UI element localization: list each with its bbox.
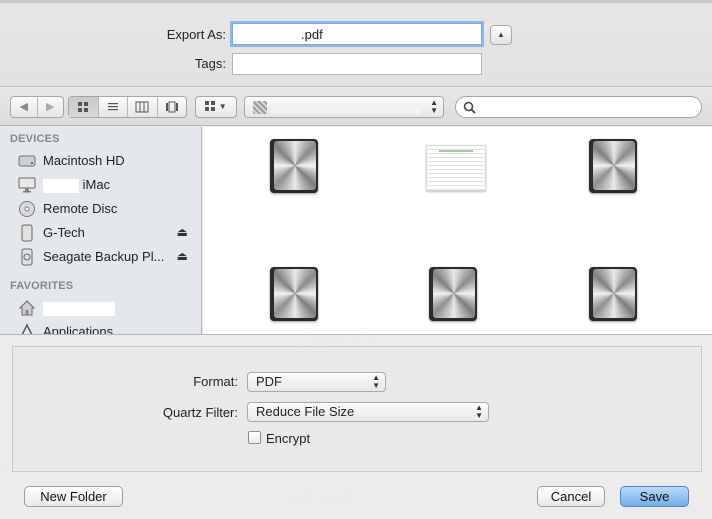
devices-header: DEVICES bbox=[10, 133, 60, 145]
encrypt-label: Encrypt bbox=[266, 431, 311, 446]
eject-icon[interactable]: ⏏ bbox=[177, 225, 188, 239]
redacted-location bbox=[271, 102, 421, 114]
external-drive-icon bbox=[21, 224, 33, 242]
spreadsheet-thumbnail-icon[interactable] bbox=[426, 145, 486, 191]
chevron-down-icon: ▼ bbox=[218, 102, 227, 111]
column-view-icon bbox=[135, 101, 149, 113]
favorites-header: FAVORITES bbox=[10, 280, 74, 292]
sidebar-item-label: Applications bbox=[43, 324, 114, 334]
quartz-filter-popup[interactable]: Reduce File Size ▲ ▼ bbox=[247, 402, 489, 422]
chevron-right-icon: ▶ bbox=[46, 101, 55, 113]
updown-arrows-icon: ▲ ▼ bbox=[475, 403, 483, 420]
sidebar-item-text: iMac bbox=[43, 177, 110, 193]
backup-drive-icon bbox=[21, 248, 33, 266]
updown-arrows-icon: ▲ ▼ bbox=[430, 98, 438, 115]
sidebar-item-macintosh-hd[interactable]: Macintosh HD bbox=[0, 149, 201, 173]
sidebar-item-applications[interactable]: Applications bbox=[0, 320, 201, 334]
export-as-field[interactable]: .pdf bbox=[232, 23, 482, 45]
drive-face bbox=[593, 141, 635, 190]
drive-icon[interactable] bbox=[589, 267, 637, 321]
sidebar-item-label: Remote Disc bbox=[43, 201, 118, 216]
tags-label: Tags: bbox=[194, 56, 226, 71]
search-icon bbox=[463, 101, 476, 114]
view-mode-control bbox=[68, 96, 187, 118]
chevron-left-icon: ◀ bbox=[19, 101, 28, 113]
sidebar-item-label: Seagate Backup Pl... bbox=[43, 249, 165, 264]
home-icon bbox=[18, 300, 36, 316]
redacted-name bbox=[43, 178, 79, 193]
forward-button[interactable]: ▶ bbox=[38, 97, 64, 117]
drive-icon[interactable] bbox=[270, 267, 318, 321]
redacted-filename bbox=[239, 29, 301, 42]
format-label: Format: bbox=[193, 374, 238, 389]
new-folder-button[interactable]: New Folder bbox=[24, 486, 123, 507]
format-popup[interactable]: PDF ▲ ▼ bbox=[247, 372, 386, 392]
applications-icon bbox=[21, 323, 33, 334]
drive-icon[interactable] bbox=[429, 267, 477, 321]
export-as-label: Export As: bbox=[166, 27, 226, 42]
arrange-button[interactable]: ▼ bbox=[195, 96, 237, 118]
imac-icon bbox=[18, 177, 36, 193]
disc-icon bbox=[19, 201, 35, 217]
drive-face bbox=[274, 141, 316, 190]
back-button[interactable]: ◀ bbox=[11, 97, 38, 117]
drive-face bbox=[274, 269, 316, 318]
drive-icon[interactable] bbox=[589, 139, 637, 193]
cover-flow-icon bbox=[165, 101, 178, 113]
cover-flow-button[interactable] bbox=[158, 97, 187, 117]
tags-field[interactable] bbox=[232, 53, 482, 75]
eject-icon[interactable]: ⏏ bbox=[177, 249, 188, 263]
location-popup[interactable]: ▲ ▼ bbox=[244, 96, 444, 118]
sidebar-item-label: iMac bbox=[82, 177, 111, 192]
sidebar-item-home[interactable] bbox=[0, 296, 201, 320]
save-button[interactable]: Save bbox=[620, 486, 689, 507]
sidebar-item-label: G-Tech bbox=[43, 225, 85, 240]
list-view-button[interactable] bbox=[99, 97, 128, 117]
cancel-button[interactable]: Cancel bbox=[537, 486, 605, 507]
drive-face bbox=[593, 269, 635, 318]
sidebar-item-imac[interactable]: iMac bbox=[0, 173, 201, 197]
quartz-filter-label: Quartz Filter: bbox=[162, 405, 238, 420]
quartz-filter-value: Reduce File Size bbox=[256, 404, 355, 419]
encrypt-checkbox[interactable] bbox=[248, 431, 261, 444]
sidebar-item-text bbox=[43, 300, 115, 316]
drive-icon[interactable] bbox=[270, 139, 318, 193]
export-as-value: .pdf bbox=[301, 27, 323, 42]
column-view-button[interactable] bbox=[128, 97, 158, 117]
sidebar-item-g-tech[interactable]: G-Tech ⏏ bbox=[0, 221, 201, 245]
folder-icon bbox=[253, 101, 267, 114]
sidebar-item-label: Macintosh HD bbox=[43, 153, 125, 168]
list-view-icon bbox=[107, 103, 118, 111]
search-field[interactable] bbox=[455, 96, 702, 118]
triangle-up-icon: ▲ bbox=[497, 30, 505, 39]
sidebar-item-seagate[interactable]: Seagate Backup Pl... ⏏ bbox=[0, 245, 201, 269]
icon-view-button[interactable] bbox=[69, 97, 99, 117]
updown-arrows-icon: ▲ ▼ bbox=[372, 373, 380, 390]
hard-drive-icon bbox=[18, 155, 36, 167]
back-forward-control: ◀ ▶ bbox=[10, 96, 64, 118]
file-browser bbox=[203, 127, 712, 334]
drive-face bbox=[433, 269, 475, 318]
sidebar-item-remote-disc[interactable]: Remote Disc bbox=[0, 197, 201, 221]
sidebar: DEVICES Macintosh HD iMac Remote Disc G-… bbox=[0, 127, 202, 334]
arrange-grid-icon bbox=[205, 101, 215, 112]
icon-view-icon bbox=[78, 102, 89, 112]
redacted-name bbox=[43, 301, 115, 316]
browser-toolbar: ◀ ▶ ▼ ▲ ▼ bbox=[0, 86, 712, 126]
format-value: PDF bbox=[256, 374, 282, 389]
collapse-dialog-button[interactable]: ▲ bbox=[490, 25, 512, 45]
